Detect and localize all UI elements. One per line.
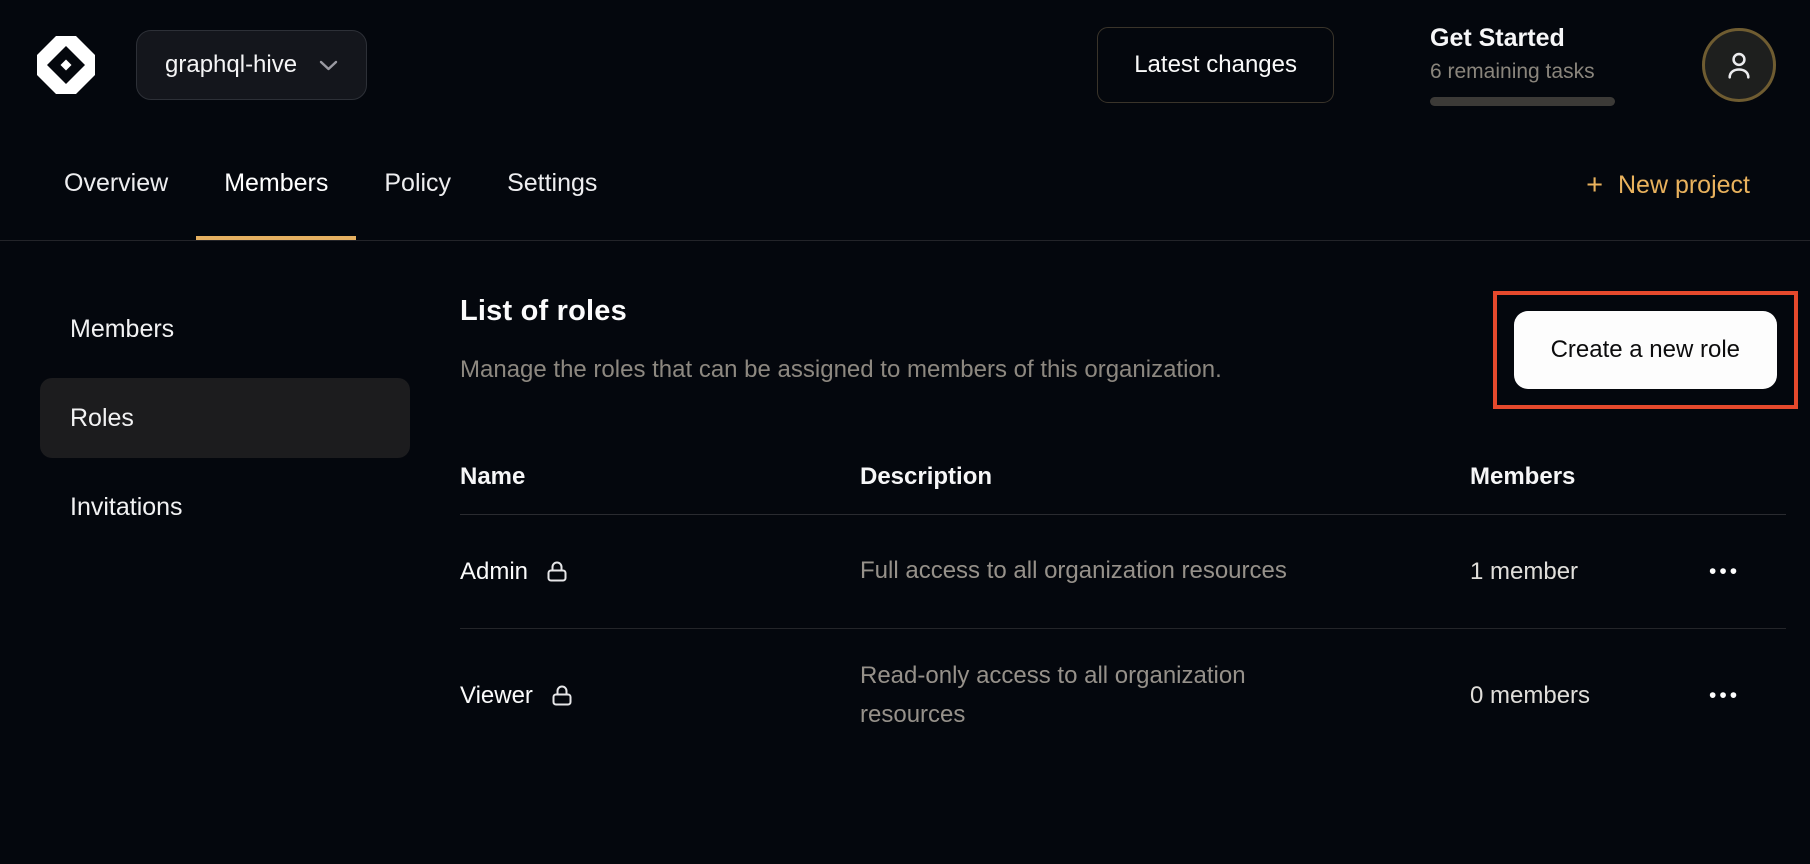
tab-policy[interactable]: Policy	[356, 130, 479, 240]
sidebar-item-invitations[interactable]: Invitations	[40, 467, 410, 547]
org-selector-dropdown[interactable]: graphql-hive	[136, 30, 367, 100]
get-started-title: Get Started	[1430, 24, 1622, 53]
tab-settings-label: Settings	[507, 169, 597, 198]
tab-overview[interactable]: Overview	[36, 130, 196, 240]
roles-heading-block: List of roles Manage the roles that can …	[460, 279, 1222, 384]
hive-logo-icon	[34, 33, 98, 97]
roles-panel: List of roles Manage the roles that can …	[460, 241, 1786, 864]
lock-icon	[550, 684, 574, 708]
top-bar: graphql-hive Latest changes Get Started …	[0, 0, 1810, 130]
content-area: Members Roles Invitations List of roles …	[0, 241, 1810, 864]
org-selector-label: graphql-hive	[165, 51, 297, 79]
tab-overview-label: Overview	[64, 169, 168, 198]
sidebar-item-roles-label: Roles	[70, 404, 134, 433]
role-name: Viewer	[460, 682, 533, 710]
sidebar-item-invitations-label: Invitations	[70, 493, 183, 522]
get-started-progress-bar	[1430, 97, 1615, 106]
sidebar-item-roles[interactable]: Roles	[40, 378, 410, 458]
tab-members[interactable]: Members	[196, 130, 356, 240]
plus-icon: +	[1586, 171, 1603, 200]
page-title: List of roles	[460, 295, 1222, 328]
role-name: Admin	[460, 558, 528, 586]
user-icon	[1721, 47, 1757, 83]
roles-table: Name Description Members Admin Full acce…	[460, 439, 1786, 762]
role-description: Full access to all organization resource…	[860, 552, 1330, 590]
tab-settings[interactable]: Settings	[479, 130, 625, 240]
new-project-button[interactable]: + New project	[1586, 171, 1750, 200]
user-menu-button[interactable]	[1702, 28, 1776, 102]
get-started-remaining-tasks: 6 remaining tasks	[1430, 60, 1622, 84]
annotation-highlight-box: Create a new role	[1493, 291, 1798, 409]
latest-changes-button[interactable]: Latest changes	[1097, 27, 1334, 103]
sidebar-item-members[interactable]: Members	[40, 289, 410, 369]
table-row-viewer: Viewer Read-only access to all organizat…	[460, 629, 1786, 762]
column-header-description: Description	[860, 463, 1470, 491]
get-started-widget[interactable]: Get Started 6 remaining tasks	[1430, 24, 1622, 106]
create-role-button[interactable]: Create a new role	[1514, 311, 1777, 389]
sidebar-item-members-label: Members	[70, 315, 174, 344]
row-menu-button[interactable]: •••	[1705, 684, 1786, 708]
role-description: Read-only access to all organization res…	[860, 657, 1330, 734]
chevron-down-icon	[319, 60, 338, 71]
tab-policy-label: Policy	[384, 169, 451, 198]
row-menu-button[interactable]: •••	[1705, 560, 1786, 584]
members-subnav: Members Roles Invitations	[40, 241, 410, 864]
role-member-count: 0 members	[1470, 682, 1705, 710]
tab-members-label: Members	[224, 169, 328, 198]
role-member-count: 1 member	[1470, 558, 1705, 586]
column-header-members: Members	[1470, 463, 1705, 491]
org-tabs: Overview Members Policy Settings + New p…	[0, 130, 1810, 241]
table-row-admin: Admin Full access to all organization re…	[460, 515, 1786, 629]
roles-table-header: Name Description Members	[460, 439, 1786, 515]
hive-logo[interactable]	[34, 33, 98, 97]
column-header-name: Name	[460, 463, 860, 491]
page-subtitle: Manage the roles that can be assigned to…	[460, 356, 1222, 384]
new-project-label: New project	[1618, 171, 1750, 200]
lock-icon	[545, 560, 569, 584]
